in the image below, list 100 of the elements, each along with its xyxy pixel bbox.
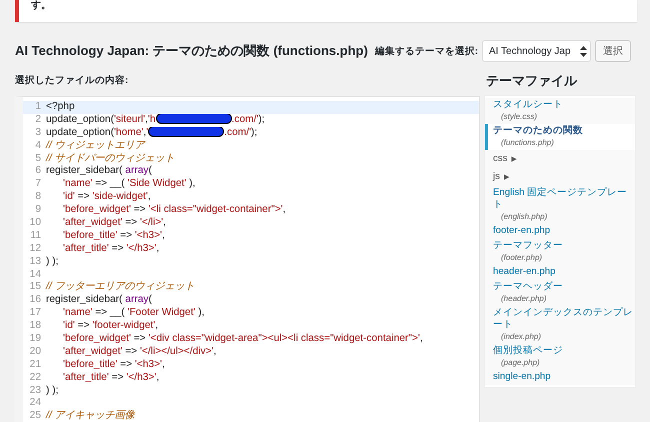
page-title: AI Technology Japan: テーマのための関数 (functions.php)	[15, 42, 368, 60]
string-literal: '<h3>'	[134, 230, 162, 241]
code-text: ),	[188, 178, 196, 190]
string-literal: 'Side Widget'	[128, 178, 186, 190]
file-item[interactable]: テーマフッター (footer.php)	[485, 239, 635, 265]
line-number: 19	[28, 333, 42, 346]
theme-files-heading: テーマファイル	[486, 72, 578, 90]
file-title: English 固定ページテンプレート	[493, 187, 628, 211]
code-comment: // ウィジェットエリア	[46, 140, 144, 151]
code-text: =>	[132, 333, 147, 344]
file-title: 個別投稿ページ	[493, 345, 564, 357]
code-text: ) );	[46, 256, 58, 267]
file-content-label: 選択したファイルの内容:	[15, 74, 130, 87]
code-text: => __(	[94, 307, 126, 318]
string-literal: 'side-widget'	[92, 191, 148, 202]
file-title: テーマヘッダー	[493, 281, 564, 293]
file-name: (header.php)	[500, 293, 548, 304]
folder-name: css	[493, 152, 508, 166]
file-item[interactable]: header-en.php	[485, 265, 635, 280]
file-item[interactable]: footer-en.php	[485, 224, 635, 239]
code-text: =>	[76, 191, 91, 202]
code-keyword: array	[125, 294, 148, 306]
code-text: ,	[214, 346, 216, 357]
file-item[interactable]: スタイルシート (style.css)	[485, 98, 635, 124]
file-name: (english.php)	[500, 211, 548, 222]
string-literal: .com/'	[232, 114, 258, 126]
code-keyword: array	[125, 165, 148, 176]
string-literal: '</li>'	[140, 217, 164, 228]
line-number: 9	[34, 204, 42, 218]
code-text: ,	[162, 230, 165, 241]
notice-text: す。	[31, 0, 51, 12]
string-literal: 'name'	[63, 178, 92, 190]
line-number: 15	[28, 281, 42, 294]
string-literal: 'before_widget'	[63, 204, 131, 216]
file-item[interactable]: テーマヘッダー (header.php)	[485, 280, 635, 306]
line-number: 5	[34, 152, 42, 166]
file-name: (index.php)	[500, 331, 542, 342]
code-text: ,	[143, 127, 146, 138]
line-number: 18	[28, 320, 42, 334]
line-number: 17	[28, 307, 42, 320]
line-number: 10	[28, 217, 42, 230]
code-text: =>	[132, 204, 147, 216]
code-text: =>	[76, 320, 91, 332]
file-title: single-en.php	[493, 371, 552, 383]
string-literal: 'id'	[63, 320, 75, 332]
code-comment: // フッターエリアのウィジェット	[46, 281, 194, 292]
code-text: ,	[155, 320, 158, 332]
file-title: header-en.php	[493, 266, 556, 278]
code-text: ,	[145, 114, 148, 126]
string-literal: 'after_title'	[63, 242, 109, 254]
string-literal: 'before_widget'	[63, 333, 131, 344]
code-comment: // アイキャッチ画像	[46, 410, 134, 422]
code-text: ,	[148, 191, 151, 202]
string-literal: 'h	[148, 114, 156, 126]
string-literal: '</h3>'	[126, 242, 156, 254]
string-literal: 'before_title'	[63, 358, 118, 370]
code-text: ),	[197, 307, 204, 318]
code-text: <?php	[46, 101, 75, 112]
code-text: => __(	[94, 178, 126, 190]
code-text: =>	[110, 242, 125, 254]
string-literal: 'after_widget'	[63, 217, 122, 228]
code-text: ,	[156, 242, 160, 254]
string-literal: '<li class="widget-container">'	[148, 204, 283, 216]
code-text: (	[148, 165, 152, 176]
code-text: ) );	[46, 384, 58, 396]
file-item[interactable]: single-en.php	[485, 370, 635, 385]
string-literal: '</li></ul></div>'	[140, 346, 214, 357]
file-title: メインインデックスのテンプレート	[493, 307, 633, 331]
code-text: ,	[162, 358, 165, 370]
theme-select-label: 編集するテーマを選択:	[374, 44, 478, 58]
line-number: 4	[34, 140, 42, 153]
string-literal: .com/'	[224, 127, 252, 138]
line-number: 2	[34, 114, 42, 127]
file-title: スタイルシート	[493, 99, 564, 111]
file-name: (functions.php)	[500, 137, 555, 148]
code-text: );	[251, 127, 258, 138]
line-number: 8	[34, 191, 42, 204]
string-literal: 'Footer Widget'	[128, 307, 196, 318]
code-text: =>	[124, 346, 138, 357]
code-text: register_sidebar(	[46, 165, 124, 176]
code-text: ,	[163, 217, 166, 228]
file-item[interactable]: メインインデックスのテンプレート (index.php)	[485, 306, 635, 344]
file-item[interactable]: 個別投稿ページ (page.php)	[485, 344, 635, 370]
line-number: 16	[28, 294, 42, 308]
string-literal: 'before_title'	[63, 230, 118, 241]
theme-select[interactable]: AI Technology Jap	[482, 40, 591, 62]
line-number: 3	[34, 126, 42, 140]
code-text: =>	[119, 230, 134, 241]
line-number: 12	[28, 242, 42, 256]
file-item[interactable]: English 固定ページテンプレート (english.php)	[485, 186, 635, 224]
string-literal: 'id'	[63, 191, 75, 202]
select-button[interactable]: 選択	[595, 40, 631, 62]
code-editor[interactable]	[15, 96, 480, 422]
file-name: (page.php)	[500, 357, 541, 368]
code-text: (	[148, 294, 152, 306]
string-literal: 'footer-widget'	[92, 320, 156, 332]
code-text: );	[258, 114, 265, 126]
code-text: =>	[119, 358, 134, 370]
code-text: update_option(	[46, 127, 114, 138]
string-literal: '<div class="widget-area"><ul><li class="widget-container">'	[148, 333, 420, 344]
